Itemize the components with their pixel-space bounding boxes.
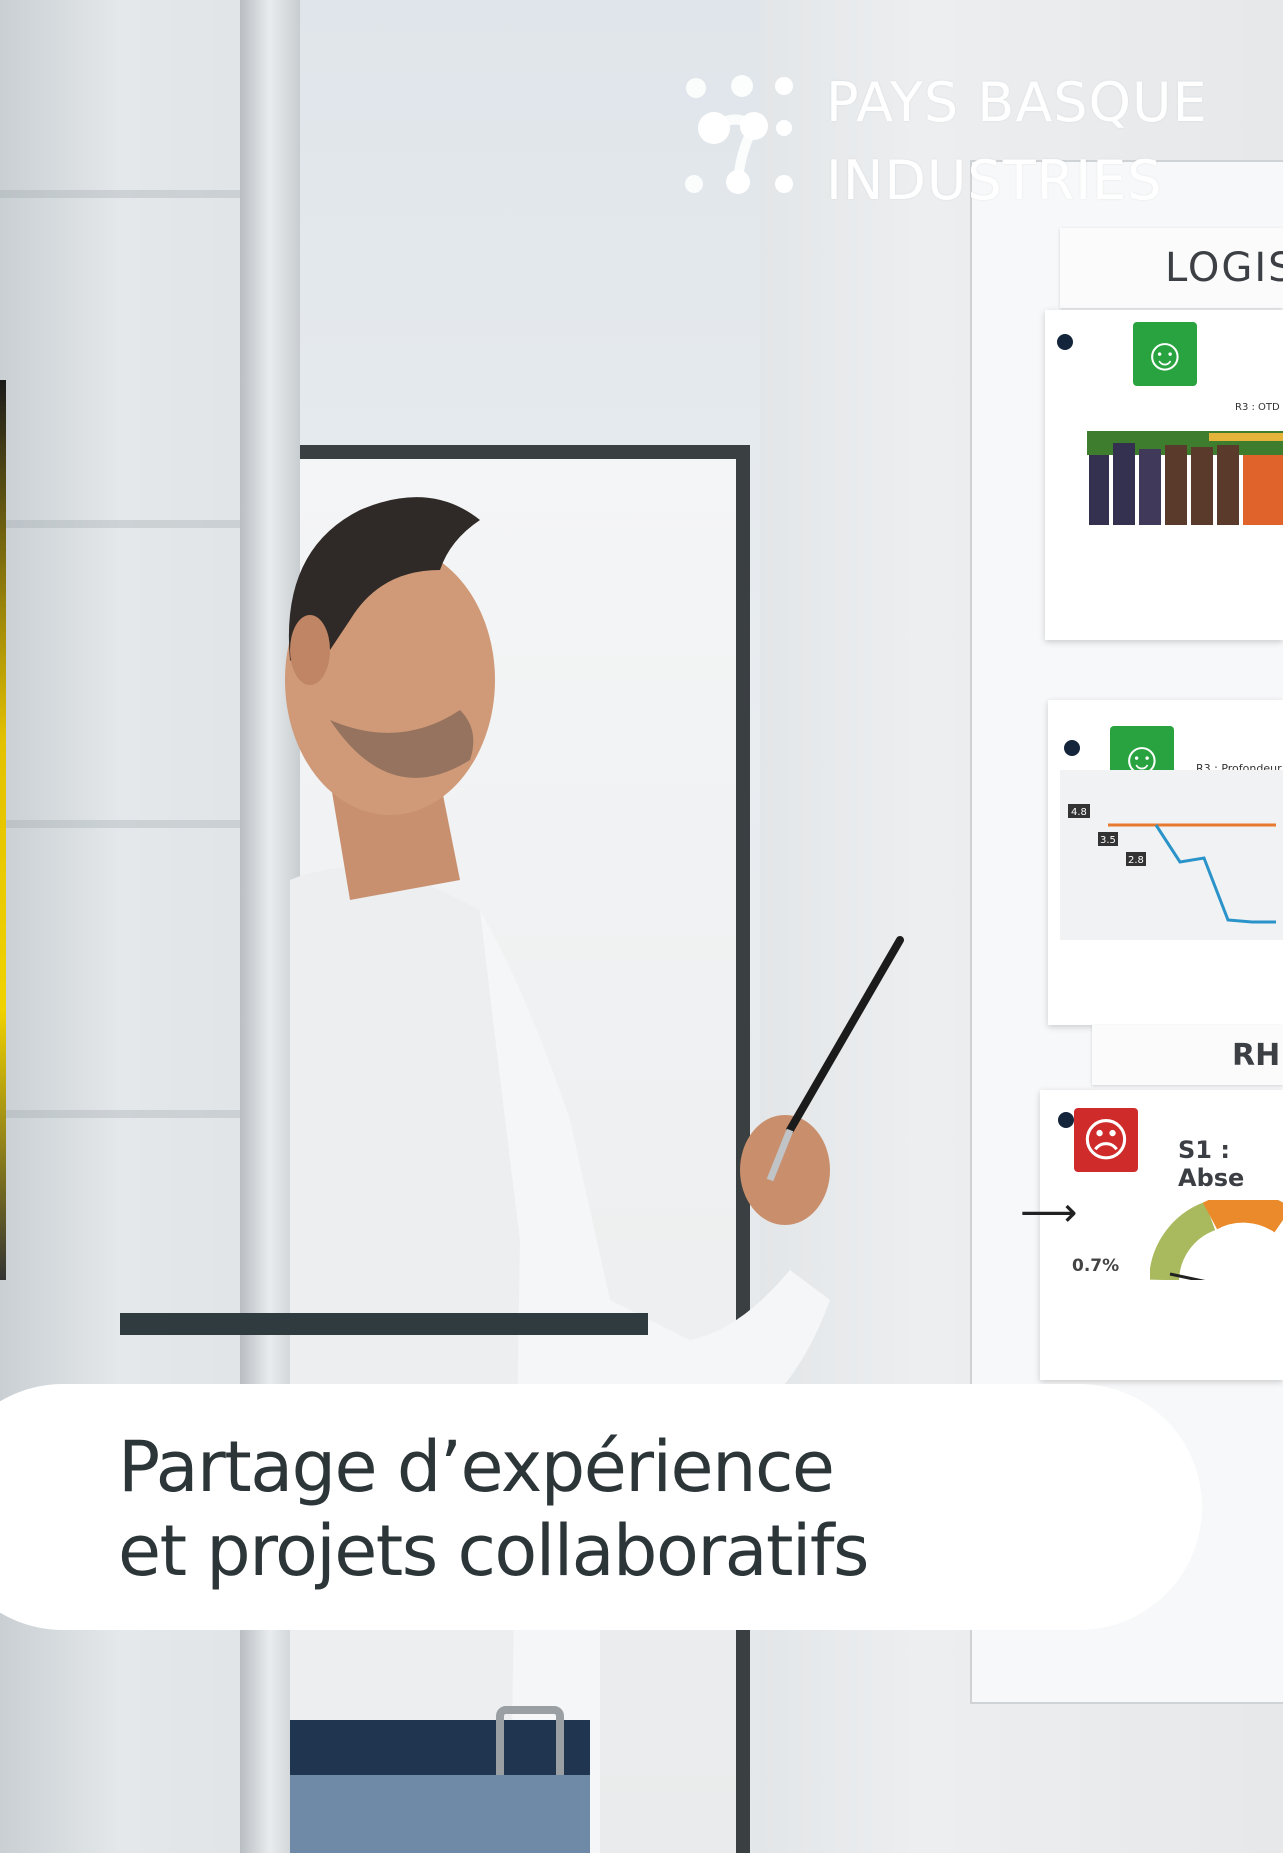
pin-icon: [1058, 1112, 1074, 1128]
kpi-sheet-otd: ☺ R3 : OTD: [1045, 310, 1283, 640]
photo-scene: LOGIS ☺ R3 : OTD ☺ R3 : Profondeur 4.8 3…: [0, 0, 1283, 1853]
logo-mark-icon: [685, 75, 793, 194]
sheet-title: S1 : Abse: [1178, 1136, 1245, 1192]
logo-wordmark: PAYS BASQUE INDUSTRIES: [826, 64, 1208, 220]
pin-icon: [1057, 334, 1073, 350]
bar-chart-otd: [1059, 415, 1283, 535]
gauge-chart: [1150, 1200, 1283, 1280]
data-label: 3.5: [1100, 835, 1116, 846]
data-label: 2.8: [1128, 855, 1144, 866]
line-chart-profondeur: 4.8 3.5 2.8: [1060, 770, 1283, 940]
arrow-right-icon: ⟶: [1020, 1190, 1078, 1236]
presenter-person: [285, 497, 904, 1853]
yellow-machine-edge: [0, 380, 6, 1280]
kpi-sheet-absenteisme: ☹ S1 : Abse ⟶ 0.7%: [1020, 1090, 1283, 1380]
kpi-value: 0.7%: [1072, 1256, 1120, 1276]
sad-face-icon: ☹: [1074, 1108, 1138, 1172]
kpi-sheet-profondeur: ☺ R3 : Profondeur 4.8 3.5 2.8: [1048, 700, 1283, 1025]
headline-line-1: Partage d’expérience: [118, 1426, 835, 1508]
smiley-good-icon: ☺: [1133, 322, 1197, 386]
accent-bar: [120, 1313, 648, 1335]
headline-line-2: et projets collaboratifs: [118, 1510, 870, 1592]
data-label: 4.8: [1071, 807, 1087, 818]
logo-line-1: PAYS BASQUE: [826, 71, 1208, 134]
board-title: LOGIS: [1060, 228, 1283, 308]
logo-line-2: INDUSTRIES: [826, 149, 1163, 212]
headline: Partage d’expérience et projets collabor…: [118, 1425, 870, 1593]
pin-icon: [1064, 740, 1080, 756]
chart-title: R3 : OTD: [1235, 402, 1280, 413]
section-label-rh: RH: [1092, 1025, 1283, 1085]
